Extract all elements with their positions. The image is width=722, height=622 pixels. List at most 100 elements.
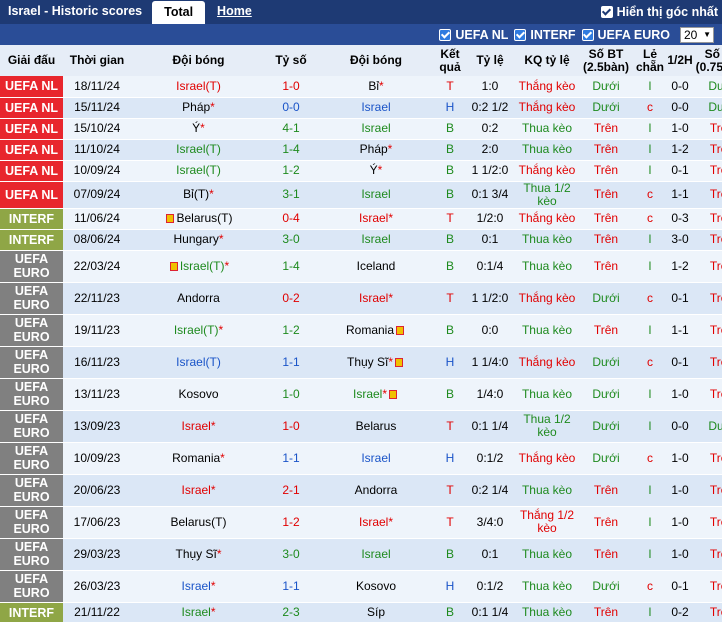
home-team[interactable]: Belarus(T)	[131, 208, 266, 230]
filter-uefa-nl[interactable]: UEFA NL	[439, 28, 508, 42]
league-badge[interactable]: UEFA EURO	[0, 250, 63, 283]
away-team[interactable]: Thụy Sĩ*	[316, 346, 436, 379]
away-team[interactable]: Israel*	[316, 378, 436, 411]
home-team[interactable]: Belarus(T)	[131, 506, 266, 539]
away-team[interactable]: Israel	[316, 97, 436, 119]
match-score[interactable]: 2-1	[266, 474, 316, 507]
league-badge[interactable]: UEFA EURO	[0, 442, 63, 475]
home-team[interactable]: Israel(T)	[131, 160, 266, 182]
league-badge[interactable]: UEFA NL	[0, 97, 63, 119]
away-team[interactable]: Ý*	[316, 160, 436, 182]
home-team[interactable]: Israel(T)*	[131, 250, 266, 283]
odds-result: Thua kèo	[516, 250, 578, 283]
away-team[interactable]: Israel	[316, 538, 436, 571]
league-badge[interactable]: UEFA EURO	[0, 474, 63, 507]
table-row: UEFA EURO 13/11/23 Kosovo 1-0 Israel* B 1/4:0 T…	[0, 378, 722, 411]
match-count-select[interactable]: 20 ▼	[680, 26, 714, 43]
away-team[interactable]: Israel	[316, 229, 436, 251]
league-badge[interactable]: UEFA EURO	[0, 346, 63, 379]
league-badge[interactable]: UEFA NL	[0, 76, 63, 98]
home-team[interactable]: Thụy Sĩ*	[131, 538, 266, 571]
league-badge[interactable]: INTERF	[0, 208, 63, 230]
table-row: UEFA NL 07/09/24 Bỉ(T)* 3-1 Israel B 0:1 3/4 Th…	[0, 181, 722, 209]
away-team[interactable]: Belarus	[316, 410, 436, 443]
away-team[interactable]: Israel	[316, 442, 436, 475]
league-badge[interactable]: UEFA EURO	[0, 570, 63, 603]
away-team[interactable]: Israel*	[316, 208, 436, 230]
filter-interf[interactable]: INTERF	[514, 28, 576, 42]
tab-total[interactable]: Total	[152, 1, 206, 24]
away-team[interactable]: Kosovo	[316, 570, 436, 603]
away-team[interactable]: Andorra	[316, 474, 436, 507]
league-badge[interactable]: UEFA NL	[0, 160, 63, 182]
home-team[interactable]: Israel*	[131, 410, 266, 443]
match-score[interactable]: 1-2	[266, 506, 316, 539]
match-score[interactable]: 1-4	[266, 250, 316, 283]
odds-result: Thắng kèo	[516, 208, 578, 230]
home-team[interactable]: Israel*	[131, 602, 266, 622]
league-badge[interactable]: UEFA EURO	[0, 378, 63, 411]
match-score[interactable]: 0-0	[266, 97, 316, 119]
home-team[interactable]: Andorra	[131, 282, 266, 315]
match-score[interactable]: 3-0	[266, 538, 316, 571]
away-team[interactable]: Síp	[316, 602, 436, 622]
away-team-name: Andorra	[354, 482, 398, 497]
home-team[interactable]: Israel(T)	[131, 76, 266, 98]
match-score[interactable]: 1-1	[266, 346, 316, 379]
match-score[interactable]: 1-0	[266, 378, 316, 411]
match-score[interactable]: 1-2	[266, 160, 316, 182]
away-team[interactable]: Iceland	[316, 250, 436, 283]
show-corner-option[interactable]: Hiển thị góc nhất	[600, 0, 722, 24]
home-team[interactable]: Israel*	[131, 474, 266, 507]
match-score[interactable]: 2-3	[266, 602, 316, 622]
away-team[interactable]: Israel*	[316, 506, 436, 539]
away-team[interactable]: Israel	[316, 118, 436, 140]
home-team[interactable]: Israel(T)	[131, 346, 266, 379]
match-date: 08/06/24	[63, 229, 131, 251]
home-team[interactable]: Bỉ(T)*	[131, 181, 266, 209]
league-badge[interactable]: UEFA EURO	[0, 506, 63, 539]
home-team[interactable]: Romania*	[131, 442, 266, 475]
league-badge[interactable]: INTERF	[0, 602, 63, 622]
match-score[interactable]: 4-1	[266, 118, 316, 140]
league-badge[interactable]: UEFA NL	[0, 139, 63, 161]
away-team[interactable]: Bỉ*	[316, 76, 436, 98]
odds-result: Thắng kèo	[516, 346, 578, 379]
away-team[interactable]: Israel*	[316, 282, 436, 315]
league-badge[interactable]: INTERF	[0, 229, 63, 251]
match-score[interactable]: 1-0	[266, 410, 316, 443]
home-team[interactable]: Kosovo	[131, 378, 266, 411]
home-team[interactable]: Israel(T)*	[131, 314, 266, 347]
league-badge[interactable]: UEFA NL	[0, 118, 63, 140]
match-score[interactable]: 1-1	[266, 442, 316, 475]
league-badge[interactable]: UEFA EURO	[0, 538, 63, 571]
show-corner-checkbox[interactable]	[600, 6, 613, 18]
league-badge[interactable]: UEFA EURO	[0, 282, 63, 315]
filter-uefa-euro-checkbox[interactable]	[581, 28, 594, 41]
league-badge[interactable]: UEFA EURO	[0, 410, 63, 443]
match-result: B	[436, 250, 464, 283]
match-score[interactable]: 3-1	[266, 181, 316, 209]
league-badge[interactable]: UEFA EURO	[0, 314, 63, 347]
league-badge[interactable]: UEFA NL	[0, 181, 63, 209]
filter-interf-checkbox[interactable]	[514, 28, 527, 41]
match-score[interactable]: 0-2	[266, 282, 316, 315]
col-result-header: Kết quả	[436, 45, 464, 76]
home-team[interactable]: Ý*	[131, 118, 266, 140]
match-score[interactable]: 0-4	[266, 208, 316, 230]
home-team[interactable]: Hungary*	[131, 229, 266, 251]
away-team[interactable]: Romania	[316, 314, 436, 347]
match-score[interactable]: 3-0	[266, 229, 316, 251]
away-team[interactable]: Israel	[316, 181, 436, 209]
home-team[interactable]: Israel*	[131, 570, 266, 603]
tab-home[interactable]: Home	[205, 0, 264, 24]
filter-uefa-euro[interactable]: UEFA EURO	[581, 28, 670, 42]
filter-uefa-nl-checkbox[interactable]	[439, 28, 452, 41]
match-score[interactable]: 1-1	[266, 570, 316, 603]
match-score[interactable]: 1-0	[266, 76, 316, 98]
match-score[interactable]: 1-4	[266, 139, 316, 161]
away-team[interactable]: Pháp*	[316, 139, 436, 161]
home-team[interactable]: Pháp*	[131, 97, 266, 119]
match-score[interactable]: 1-2	[266, 314, 316, 347]
home-team[interactable]: Israel(T)	[131, 139, 266, 161]
